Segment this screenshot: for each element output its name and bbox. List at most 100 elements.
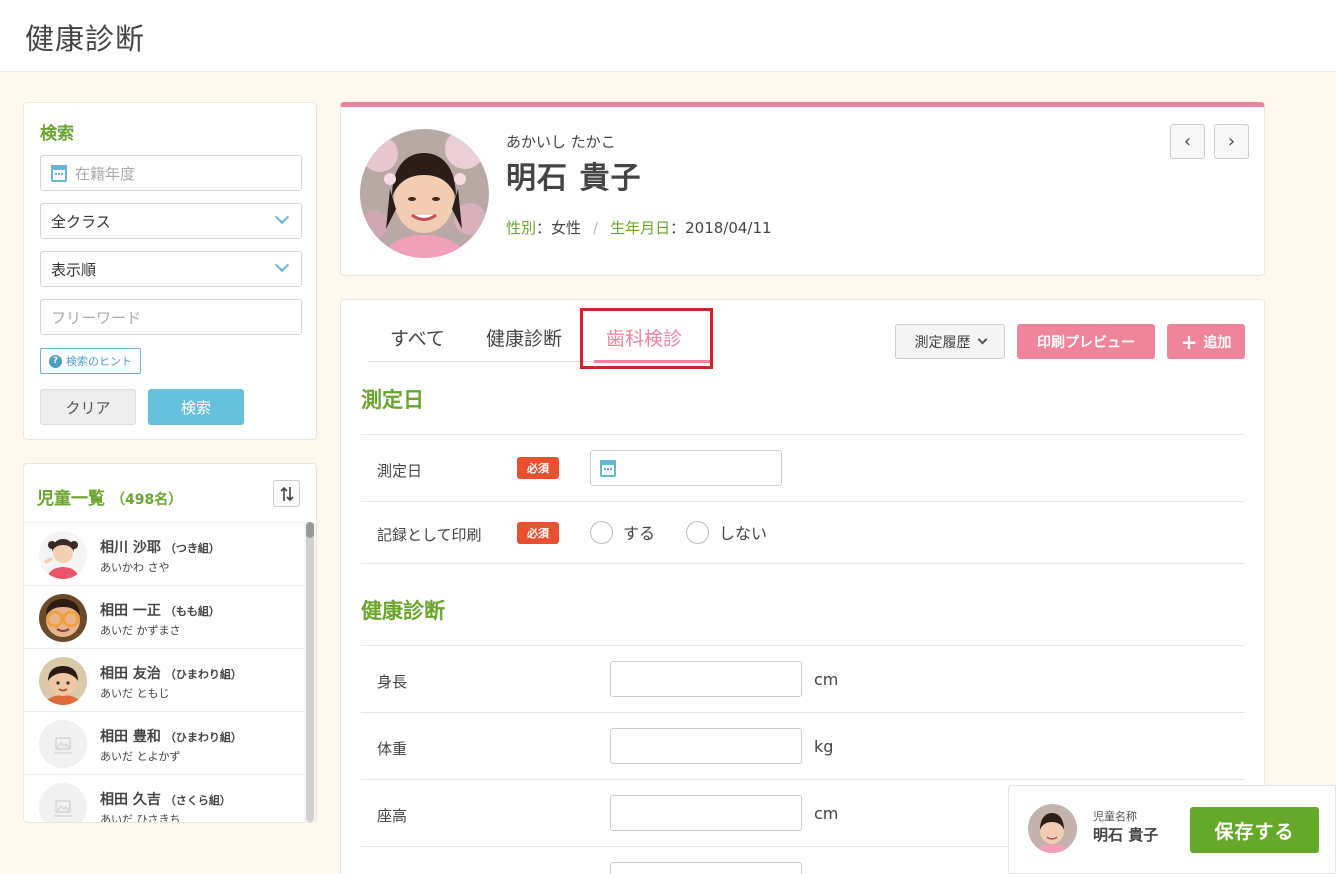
child-kana: あいだ とよかず (100, 750, 181, 763)
order-select-value: 表示順 (51, 260, 97, 279)
save-button[interactable]: 保存する (1190, 807, 1319, 853)
weight-label: 体重 (377, 740, 408, 758)
measurement-history-dropdown[interactable]: 測定履歴 (895, 324, 1005, 359)
tab-health-checkup[interactable]: 健康診断 (486, 324, 562, 351)
height-label: 身長 (377, 673, 408, 691)
child-list: 相川 沙耶（つき組） あいかわ さや 相田 一正（もも組） あいだ かずまさ (24, 522, 306, 823)
search-title: 検索 (40, 124, 74, 144)
child-name: 相田 豊和 （ひまわり組） (100, 729, 242, 745)
measurement-date-label: 測定日 (377, 462, 423, 480)
sitting-height-input[interactable] (610, 795, 802, 831)
chevron-left-icon: ‹ (1183, 131, 1192, 152)
chevron-right-icon: › (1227, 131, 1236, 152)
birthdate-label: 生年月日 (610, 219, 671, 237)
calendar-icon (600, 459, 616, 477)
profile-photo (360, 129, 489, 258)
no-image-avatar (39, 720, 87, 768)
no-image-avatar (39, 783, 87, 822)
child-list-title-label: 児童一覧 (37, 489, 105, 509)
enrollment-year-placeholder: 在籍年度 (75, 164, 136, 183)
section-title-measurement-date: 測定日 (361, 388, 424, 412)
section-title-health-checkup: 健康診断 (361, 599, 445, 623)
avatar (39, 594, 87, 642)
sitting-height-label: 座高 (377, 807, 408, 825)
clear-button[interactable]: クリア (40, 389, 136, 425)
height-unit: cm (814, 670, 839, 689)
birthdate-value: ：2018/04/11 (670, 219, 772, 237)
search-button[interactable]: 検索 (148, 389, 244, 425)
height-input[interactable] (610, 661, 802, 697)
print-no-radio[interactable]: しない (686, 520, 767, 544)
child-list-scrollbar[interactable] (304, 522, 316, 822)
print-record-label: 記録として印刷 (377, 526, 482, 544)
freeword-input[interactable]: フリーワード (40, 299, 302, 335)
measurement-history-label: 測定履歴 (914, 334, 971, 351)
tab-all[interactable]: すべて (390, 324, 445, 351)
class-select[interactable]: 全クラス (40, 203, 302, 239)
print-preview-button[interactable]: 印刷プレビュー (1017, 324, 1155, 359)
add-label: 追加 (1203, 334, 1232, 351)
next-measurement-input[interactable] (610, 862, 802, 874)
required-badge: 必須 (517, 522, 559, 544)
question-icon: ? (49, 354, 62, 368)
freeword-placeholder: フリーワード (51, 308, 142, 327)
child-name-value: 明石 貴子 (1093, 826, 1159, 844)
list-item[interactable]: 相田 友治 （ひまわり組） あいだ ともじ (24, 649, 306, 712)
avatar (39, 531, 87, 579)
sitting-height-unit: cm (814, 804, 839, 823)
profile-meta: 性別：女性 / 生年月日：2018/04/11 (506, 219, 772, 237)
tab-dental-checkup[interactable]: 歯科検診 (606, 324, 682, 351)
class-select-value: 全クラス (51, 212, 111, 231)
next-child-button[interactable]: › (1214, 124, 1249, 159)
save-bar: 児童名称 明石 貴子 保存する (1008, 785, 1336, 874)
add-button[interactable]: + 追加 (1167, 324, 1245, 359)
image-placeholder-icon (39, 783, 87, 822)
measurement-date-input[interactable] (590, 450, 782, 486)
tab-bar: すべて 健康診断 歯科検診 (368, 320, 714, 363)
child-name-label: 児童名称 (1093, 810, 1137, 823)
child-name: 相田 久吉 （さくら組） (100, 792, 231, 808)
child-list-title: 児童一覧 （498名） (37, 484, 182, 509)
chevron-down-icon (274, 209, 290, 225)
order-select[interactable]: 表示順 (40, 251, 302, 287)
measurement-date-row: 測定日 必須 (361, 434, 1245, 501)
weight-unit: kg (814, 737, 834, 756)
sort-icon (279, 486, 294, 501)
child-name: 相田 一正 （もも組） (100, 603, 220, 619)
search-panel: 検索 在籍年度 全クラス 表示順 フリーワード ? 検索のヒント クリア 検索 (23, 102, 317, 440)
child-name: 相川 沙耶 （つき組） (100, 540, 220, 556)
list-item[interactable]: 相田 一正 （もも組） あいだ かずまさ (24, 586, 306, 649)
child-list-panel: 児童一覧 （498名） 相川 沙耶 （つき組） あいかわ さや 相田 一正 （も… (23, 463, 317, 823)
calendar-icon (51, 164, 67, 182)
print-yes-radio[interactable]: する (590, 520, 655, 544)
prev-child-button[interactable]: ‹ (1170, 124, 1205, 159)
page-header: 健康診断 (0, 0, 1336, 72)
enrollment-year-input[interactable]: 在籍年度 (40, 155, 302, 191)
scrollbar-thumb[interactable] (306, 522, 314, 538)
list-item[interactable]: 相田 久吉 （さくら組） あいだ ひさきち (24, 775, 306, 823)
avatar (39, 657, 87, 705)
child-kana: あいだ ひさきち (100, 813, 181, 823)
required-badge: 必須 (517, 457, 559, 479)
child-name: 相田 友治 （ひまわり組） (100, 666, 242, 682)
active-tab-indicator (594, 360, 712, 363)
weight-row: 体重 kg (361, 712, 1245, 779)
radio-circle (686, 520, 709, 544)
sort-button[interactable] (273, 480, 300, 507)
profile-kana: あかいし たかこ (506, 133, 616, 151)
chevron-down-icon (977, 334, 987, 345)
list-item[interactable]: 相川 沙耶 （つき組） あいかわ さや (24, 523, 306, 586)
child-kana: あいだ かずまさ (100, 624, 181, 637)
search-hint-button[interactable]: ? 検索のヒント (40, 348, 141, 374)
list-item[interactable]: 相田 豊和 （ひまわり組） あいだ とよかず (24, 712, 306, 775)
search-hint-label: 検索のヒント (66, 355, 132, 368)
plus-icon: + (1180, 329, 1198, 354)
avatar (1028, 804, 1077, 853)
height-row: 身長 cm (361, 645, 1245, 712)
gender-value: ：女性 (536, 219, 582, 237)
profile-name: 明石 貴子 (506, 161, 642, 196)
child-kana: あいだ ともじ (100, 687, 170, 700)
weight-input[interactable] (610, 728, 802, 764)
chevron-down-icon (274, 257, 290, 273)
gender-label: 性別 (506, 219, 537, 237)
